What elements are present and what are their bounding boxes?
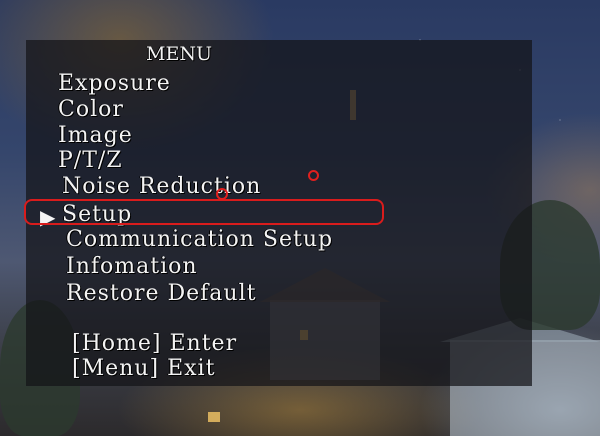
menu-item-information[interactable]: Infomation bbox=[66, 254, 198, 279]
hint-key: [Menu] bbox=[72, 356, 160, 381]
annotation-circle bbox=[308, 170, 319, 181]
hint-key: [Home] bbox=[72, 331, 162, 356]
selection-highlight-box bbox=[24, 199, 384, 225]
window-light bbox=[208, 412, 220, 422]
menu-item-color[interactable]: Color bbox=[58, 97, 124, 122]
menu-item-exposure[interactable]: Exposure bbox=[58, 71, 171, 96]
menu-item-noise-reduction[interactable]: Noise Reduction bbox=[62, 174, 261, 199]
camera-background: MENU Exposure Color Image P/T/Z Noise Re… bbox=[0, 0, 600, 436]
menu-item-restore-default[interactable]: Restore Default bbox=[66, 281, 256, 306]
menu-title: MENU bbox=[146, 43, 212, 65]
hint-home-enter: [Home] Enter bbox=[72, 331, 237, 356]
hint-action: Exit bbox=[167, 356, 216, 381]
annotation-circle bbox=[216, 188, 228, 200]
menu-item-communication-setup[interactable]: Communication Setup bbox=[66, 227, 333, 252]
hint-menu-exit: [Menu] Exit bbox=[72, 356, 215, 381]
menu-item-ptz[interactable]: P/T/Z bbox=[58, 148, 123, 173]
menu-item-image[interactable]: Image bbox=[58, 123, 133, 148]
hint-action: Enter bbox=[169, 331, 238, 356]
